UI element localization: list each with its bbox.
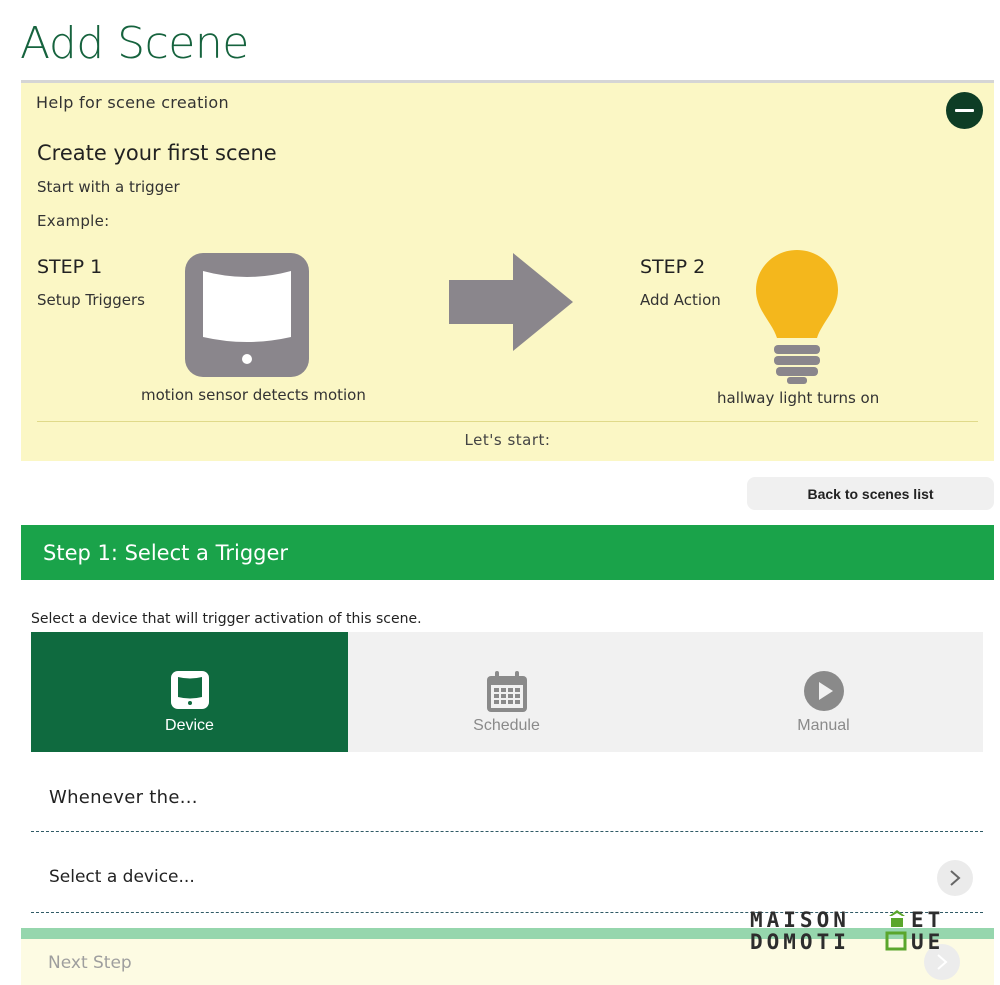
step2-caption: hallway light turns on [717,389,880,407]
svg-text:MAISON: MAISON [750,908,850,932]
next-step-label: Next Step [48,953,132,973]
calendar-icon [485,670,529,718]
svg-text:UE: UE [911,930,944,952]
step2-title: STEP 2 [640,256,706,278]
page-title: Add Scene [20,18,249,69]
step-header: Step 1: Select a Trigger [21,525,994,580]
arrow-right-icon [449,253,573,355]
step1-desc: Setup Triggers [37,291,145,309]
step1-title: STEP 1 [37,256,103,278]
step-title: Step 1: Select a Trigger [43,540,289,565]
step1-caption: motion sensor detects motion [141,386,366,404]
collapse-help-button[interactable] [946,92,983,129]
watermark-logo: MAISON ET DOMOTI UE [748,908,958,956]
tab-device-label: Device [165,717,214,734]
svg-text:ET: ET [911,908,944,932]
help-panel: Help for scene creation Create your firs… [21,80,994,461]
help-divider [37,421,978,422]
help-heading: Create your first scene [37,141,277,165]
help-subheading: Start with a trigger [37,178,180,196]
tab-manual-label: Manual [797,717,850,734]
tab-schedule-label: Schedule [473,717,540,734]
play-icon [803,670,845,716]
tab-schedule[interactable]: Schedule [348,632,665,752]
svg-text:DOMOTI: DOMOTI [750,930,850,952]
whenever-label: Whenever the... [49,787,198,808]
help-example-label: Example: [37,212,110,230]
back-to-scenes-button[interactable]: Back to scenes list [747,477,994,510]
lightbulb-icon [754,248,840,390]
tab-manual[interactable]: Manual [665,632,982,752]
tab-device[interactable]: Device [31,632,348,752]
step2-desc: Add Action [640,291,721,309]
trigger-type-tabs: Device Schedule Manual [31,632,983,752]
trigger-hint: Select a device that will trigger activa… [31,611,422,627]
select-device-row[interactable]: Select a device... [31,847,983,909]
select-device-label: Select a device... [49,867,195,887]
chevron-right-icon[interactable] [937,860,973,896]
motion-sensor-icon [185,253,309,381]
lets-start-label: Let's start: [464,431,551,449]
divider [31,831,983,832]
device-icon [170,670,210,714]
help-header: Help for scene creation [36,93,229,112]
